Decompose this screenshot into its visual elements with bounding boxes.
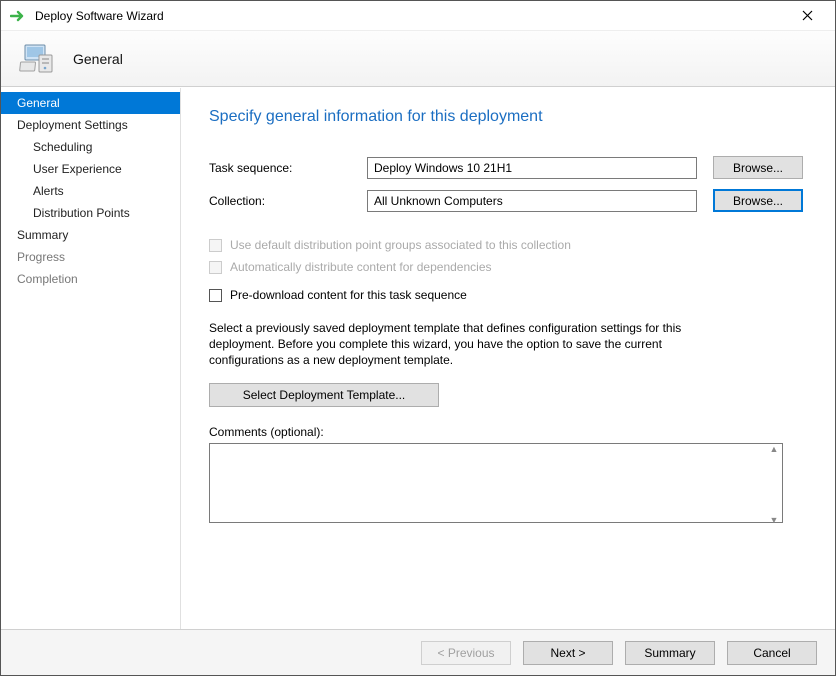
sidebar-item-completion[interactable]: Completion — [1, 268, 180, 290]
select-template-button[interactable]: Select Deployment Template... — [209, 383, 439, 407]
sidebar-item-user-experience[interactable]: User Experience — [1, 158, 180, 180]
close-button[interactable] — [787, 2, 827, 30]
checkbox-icon — [209, 261, 222, 274]
collection-browse-button[interactable]: Browse... — [713, 189, 803, 212]
task-sequence-row: Task sequence: Browse... — [209, 156, 807, 179]
cb-default-dist-groups-label: Use default distribution point groups as… — [230, 238, 571, 252]
sidebar-item-summary[interactable]: Summary — [1, 224, 180, 246]
sidebar-item-scheduling[interactable]: Scheduling — [1, 136, 180, 158]
checkbox-icon — [209, 239, 222, 252]
sidebar-item-alerts[interactable]: Alerts — [1, 180, 180, 202]
collection-row: Collection: Browse... — [209, 189, 807, 212]
cancel-button[interactable]: Cancel — [727, 641, 817, 665]
previous-button: < Previous — [421, 641, 511, 665]
cb-auto-distribute: Automatically distribute content for dep… — [209, 260, 807, 274]
sidebar-item-progress[interactable]: Progress — [1, 246, 180, 268]
cb-default-dist-groups: Use default distribution point groups as… — [209, 238, 807, 252]
computer-icon — [19, 39, 59, 79]
titlebar: Deploy Software Wizard — [1, 1, 835, 31]
wizard-window: Deploy Software Wizard General GeneralDe… — [0, 0, 836, 676]
task-browse-button[interactable]: Browse... — [713, 156, 803, 179]
comments-textarea[interactable] — [209, 443, 783, 523]
task-sequence-field[interactable] — [367, 157, 697, 179]
task-sequence-label: Task sequence: — [209, 161, 367, 175]
summary-button[interactable]: Summary — [625, 641, 715, 665]
arrow-right-icon — [9, 7, 27, 25]
body-area: GeneralDeployment SettingsSchedulingUser… — [1, 88, 835, 629]
sidebar-item-deployment-settings[interactable]: Deployment Settings — [1, 114, 180, 136]
next-button[interactable]: Next > — [523, 641, 613, 665]
sidebar-item-general[interactable]: General — [1, 92, 180, 114]
collection-label: Collection: — [209, 194, 367, 208]
cb-auto-distribute-label: Automatically distribute content for dep… — [230, 260, 492, 274]
template-description: Select a previously saved deployment tem… — [209, 320, 729, 369]
content-heading: Specify general information for this dep… — [209, 108, 807, 126]
window-title: Deploy Software Wizard — [35, 9, 787, 23]
sidebar: GeneralDeployment SettingsSchedulingUser… — [1, 88, 181, 629]
cb-predownload-label: Pre-download content for this task seque… — [230, 288, 467, 302]
header-panel: General — [1, 31, 835, 87]
cb-predownload[interactable]: Pre-download content for this task seque… — [209, 288, 807, 302]
sidebar-item-distribution-points[interactable]: Distribution Points — [1, 202, 180, 224]
footer-bar: < Previous Next > Summary Cancel — [1, 629, 835, 675]
content-panel: Specify general information for this dep… — [181, 88, 835, 629]
checkbox-icon — [209, 289, 222, 302]
comments-label: Comments (optional): — [209, 425, 807, 439]
header-title: General — [73, 51, 123, 67]
collection-field[interactable] — [367, 190, 697, 212]
